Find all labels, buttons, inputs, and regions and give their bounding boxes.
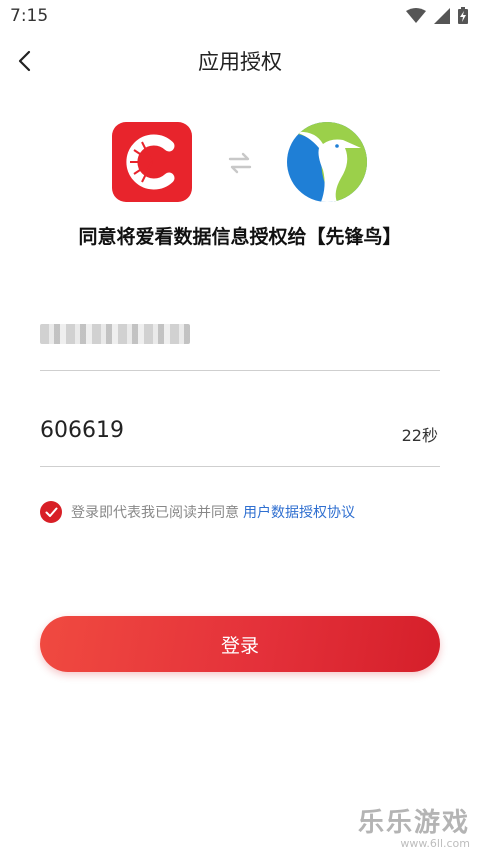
authorization-message: 同意将爱看数据信息授权给【先锋鸟】 <box>78 226 402 248</box>
phone-number-masked <box>40 324 190 344</box>
wifi-icon <box>406 7 426 23</box>
status-time: 7:15 <box>10 6 49 26</box>
agreement-checkbox[interactable] <box>40 501 62 523</box>
phone-field <box>40 314 440 371</box>
verification-code-field: 22秒 <box>40 410 440 467</box>
agreement-row: 登录即代表我已阅读并同意 用户数据授权协议 <box>40 500 355 524</box>
agreement-link[interactable]: 用户数据授权协议 <box>243 502 355 522</box>
swap-arrows-icon <box>228 152 252 174</box>
signal-icon <box>434 7 450 24</box>
status-bar: 7:15 <box>0 0 480 34</box>
watermark: 乐乐游戏 www.6ll.com <box>358 802 470 850</box>
xianfengniao-app-logo <box>287 122 367 202</box>
agreement-text: 登录即代表我已阅读并同意 <box>71 505 239 521</box>
checkmark-icon <box>45 507 57 517</box>
battery-charging-icon <box>458 7 468 24</box>
page-title: 应用授权 <box>198 50 282 74</box>
resend-countdown[interactable]: 22秒 <box>402 422 438 446</box>
verification-code-input[interactable] <box>40 418 340 443</box>
login-button[interactable]: 登录 <box>40 616 440 672</box>
aikan-app-logo <box>112 122 192 202</box>
top-bar: 应用授权 <box>0 34 480 86</box>
status-icons <box>406 7 468 24</box>
watermark-title: 乐乐游戏 <box>357 808 470 838</box>
